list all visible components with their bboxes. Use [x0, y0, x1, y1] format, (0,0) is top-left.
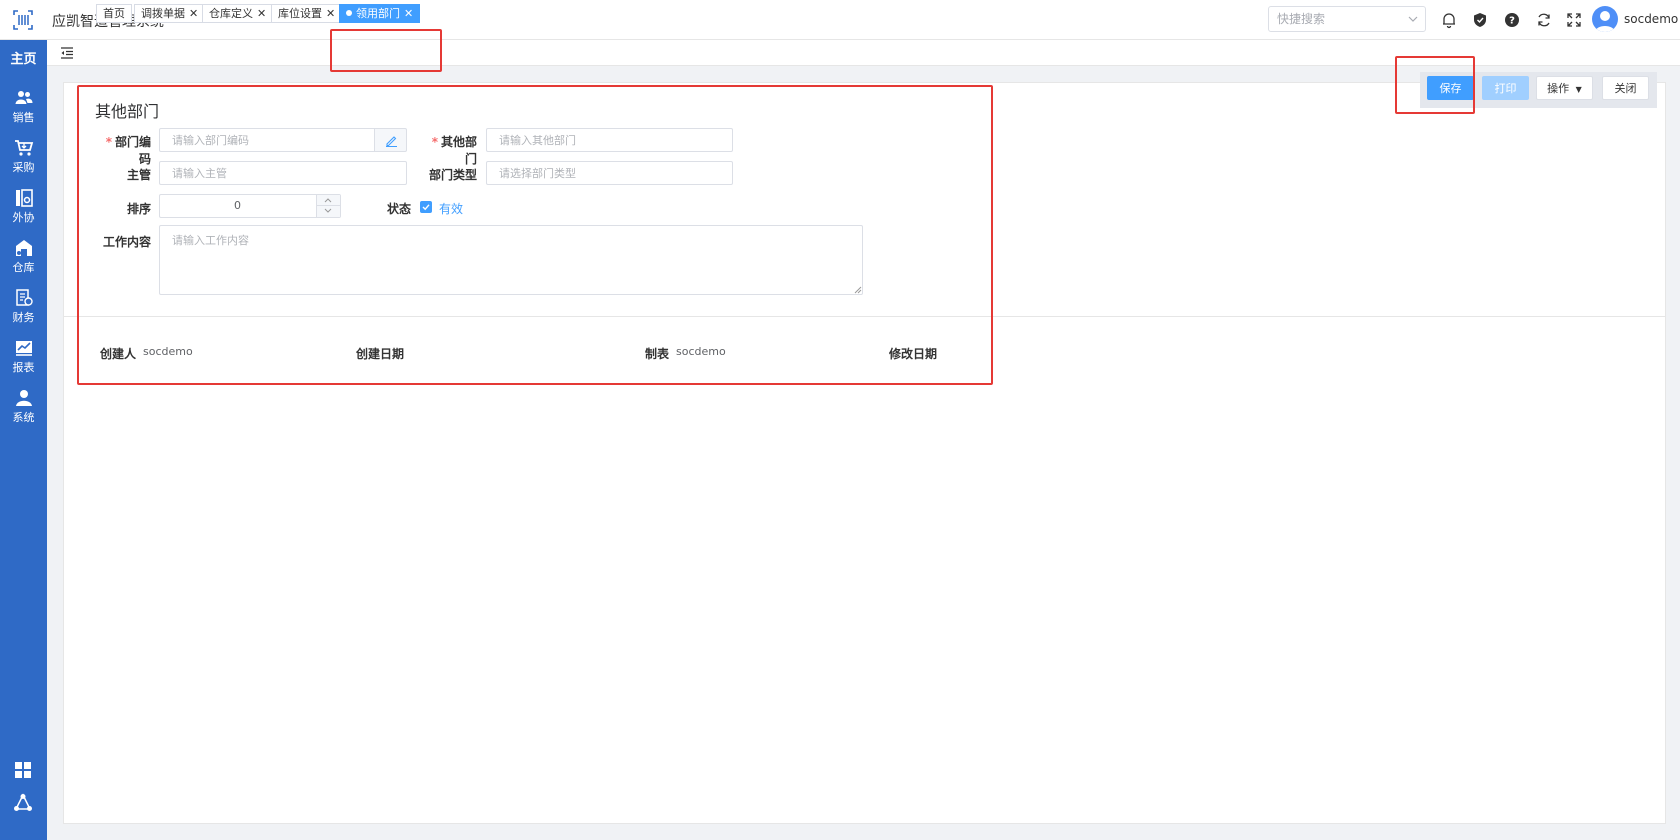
- sidebar-item-warehouse[interactable]: 仓库: [0, 238, 47, 275]
- username[interactable]: socdemo: [1624, 12, 1678, 26]
- tab-label: 库位设置: [278, 7, 322, 20]
- operations-dropdown[interactable]: 操作 ▼: [1536, 76, 1593, 100]
- sidebar-item-label: 外协: [12, 211, 35, 224]
- sidebar-item-label: 系统: [12, 411, 35, 424]
- sort-value[interactable]: 0: [160, 195, 315, 217]
- save-button[interactable]: 保存: [1427, 76, 1474, 100]
- sidebar: 主页 销售 采购 外协 仓库 财务 报表 系统: [0, 40, 47, 840]
- tab-label: 仓库定义: [209, 7, 253, 20]
- creator-value: socdemo: [143, 345, 193, 358]
- tab-home[interactable]: 首页: [96, 4, 132, 23]
- fullscreen-icon[interactable]: [1565, 11, 1583, 29]
- sidebar-item-label: 仓库: [12, 261, 35, 274]
- sidebar-item-finance[interactable]: 财务: [0, 288, 47, 325]
- sidebar-item-outsource[interactable]: 外协: [0, 188, 47, 225]
- sidebar-item-sales[interactable]: 销售: [0, 88, 47, 125]
- chevron-down-icon: [1408, 16, 1418, 22]
- tab-location-setup[interactable]: 库位设置 ✕: [271, 4, 343, 23]
- operations-label: 操作: [1547, 82, 1570, 95]
- stepper-increase-button[interactable]: [317, 195, 340, 206]
- print-button[interactable]: 打印: [1482, 76, 1529, 100]
- dept-type-label: 部门类型: [428, 168, 477, 182]
- edit-icon: [386, 136, 397, 147]
- sort-label: 排序: [126, 202, 151, 216]
- work-content-textarea[interactable]: [159, 225, 863, 295]
- check-icon: [422, 204, 430, 211]
- svg-text:?: ?: [1509, 16, 1515, 27]
- sort-stepper[interactable]: 0: [159, 194, 341, 218]
- stepper-decrease-button[interactable]: [317, 206, 340, 217]
- caret-down-icon: ▼: [1575, 85, 1582, 94]
- modified-date-label: 修改日期: [889, 347, 938, 361]
- sidebar-item-system[interactable]: 系统: [0, 388, 47, 425]
- active-dot-icon: [346, 10, 352, 16]
- tab-bar: [47, 40, 1680, 66]
- close-icon[interactable]: ✕: [257, 7, 266, 20]
- tab-transfer-docs[interactable]: 调拨单据 ✕: [134, 4, 206, 23]
- close-button[interactable]: 关闭: [1602, 76, 1649, 100]
- tab-label: 首页: [103, 7, 125, 20]
- sidebar-item-label: 报表: [12, 361, 35, 374]
- tab-requisition-dept[interactable]: 领用部门 ✕: [339, 4, 421, 23]
- app-logo-icon: [13, 10, 33, 30]
- created-date-label: 创建日期: [356, 347, 405, 361]
- finance-icon: [15, 289, 33, 306]
- sidebar-item-label: 销售: [12, 111, 35, 124]
- avatar-user-icon: [1595, 11, 1615, 32]
- network-icon[interactable]: [13, 793, 33, 813]
- close-icon[interactable]: ✕: [326, 7, 335, 20]
- dept-code-input[interactable]: [159, 128, 375, 152]
- tab-label: 调拨单据: [141, 7, 185, 20]
- users-icon: [15, 91, 32, 104]
- tab-label: 领用部门: [356, 7, 400, 20]
- refresh-icon[interactable]: [1535, 11, 1553, 29]
- outsource-icon: [15, 189, 33, 207]
- sidebar-item-report[interactable]: 报表: [0, 338, 47, 375]
- dept-type-select[interactable]: [486, 161, 733, 185]
- shield-icon[interactable]: [1471, 11, 1489, 29]
- work-content-label: 工作内容: [102, 235, 151, 249]
- creator-label: 创建人: [100, 347, 137, 361]
- chevron-up-icon: [324, 198, 332, 203]
- sidebar-item-label: 采购: [12, 161, 35, 174]
- sidebar-item-home[interactable]: 主页: [0, 48, 47, 67]
- resize-grip-icon[interactable]: [854, 286, 862, 294]
- quick-search-input[interactable]: [1269, 7, 1394, 31]
- status-label: 状态: [386, 202, 411, 216]
- edit-code-button[interactable]: [374, 128, 407, 152]
- other-dept-label: 其他部门: [420, 133, 477, 167]
- close-icon[interactable]: ✕: [189, 7, 198, 20]
- report-icon: [15, 341, 32, 356]
- form-title: 其他部门: [95, 102, 160, 121]
- status-checkbox-label[interactable]: 有效: [439, 200, 463, 217]
- dept-code-label: 部门编码: [95, 133, 151, 167]
- quick-search-select[interactable]: [1268, 6, 1426, 32]
- help-icon[interactable]: ?: [1503, 11, 1521, 29]
- stepper-controls: [316, 195, 340, 217]
- manager-input[interactable]: [159, 161, 407, 185]
- tab-warehouse-def[interactable]: 仓库定义 ✕: [202, 4, 274, 23]
- user-icon: [15, 390, 32, 406]
- other-dept-input[interactable]: [486, 128, 733, 152]
- maker-value: socdemo: [676, 345, 726, 358]
- maker-label: 制表: [645, 347, 670, 361]
- section-divider: [64, 316, 1665, 317]
- bell-icon[interactable]: [1440, 11, 1458, 29]
- sidebar-item-purchase[interactable]: 采购: [0, 138, 47, 175]
- chevron-down-icon: [324, 208, 332, 213]
- manager-label: 主管: [126, 168, 151, 182]
- status-checkbox[interactable]: [420, 201, 432, 213]
- close-icon[interactable]: ✕: [404, 7, 413, 20]
- avatar[interactable]: [1592, 6, 1618, 32]
- sidebar-item-label: 财务: [12, 311, 35, 324]
- warehouse-icon: [15, 240, 32, 256]
- cart-icon: [14, 140, 33, 156]
- grid-icon[interactable]: [13, 760, 33, 780]
- menu-fold-icon[interactable]: [60, 46, 74, 60]
